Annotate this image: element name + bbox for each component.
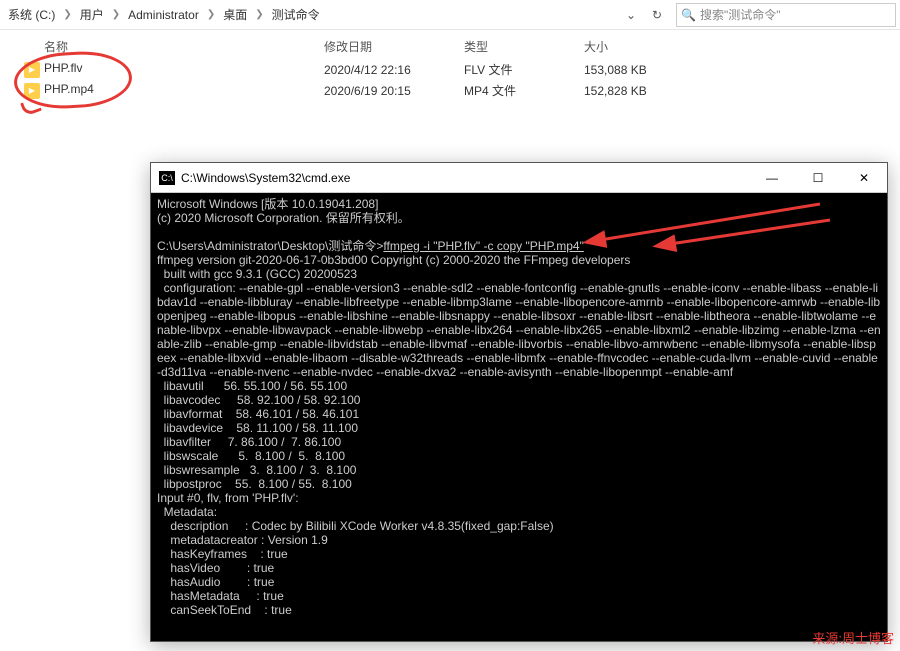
cmd-icon: C:\: [159, 171, 175, 185]
terminal-prompt: C:\Users\Administrator\Desktop\测试命令>: [157, 239, 383, 253]
cmd-window: C:\ C:\Windows\System32\cmd.exe — ☐ ✕ Mi…: [150, 162, 888, 642]
history-dropdown[interactable]: ⌄: [620, 4, 642, 26]
terminal-text: ffmpeg version git-2020-06-17-0b3bd00 Co…: [157, 253, 881, 617]
address-bar: 系统 (C:)❯ 用户❯ Administrator❯ 桌面❯ 测试命令 ⌄ ↻…: [0, 0, 900, 30]
video-file-icon: [24, 62, 40, 78]
file-type: FLV 文件: [464, 61, 584, 78]
chevron-right-icon: ❯: [203, 9, 219, 20]
breadcrumb: 系统 (C:)❯ 用户❯ Administrator❯ 桌面❯ 测试命令: [4, 4, 620, 25]
breadcrumb-item[interactable]: 桌面: [219, 4, 251, 25]
file-type: MP4 文件: [464, 82, 584, 99]
col-date[interactable]: 修改日期: [324, 38, 464, 55]
col-size[interactable]: 大小: [584, 38, 684, 55]
video-file-icon: [24, 83, 40, 99]
column-headers: 名称 修改日期 类型 大小: [24, 34, 900, 59]
search-input[interactable]: 🔍 搜索"测试命令": [676, 3, 896, 27]
file-name: PHP.mp4: [44, 82, 94, 96]
window-title: C:\Windows\System32\cmd.exe: [181, 171, 749, 185]
breadcrumb-item[interactable]: Administrator: [124, 6, 203, 24]
terminal-text: Microsoft Windows [版本 10.0.19041.208] (c…: [157, 197, 410, 225]
breadcrumb-item[interactable]: 系统 (C:): [4, 4, 59, 25]
breadcrumb-item[interactable]: 测试命令: [268, 4, 324, 25]
file-list: 名称 修改日期 类型 大小 PHP.flv 2020/4/12 22:16 FL…: [0, 30, 900, 101]
watermark: 来源:周士博客: [812, 628, 894, 647]
file-name: PHP.flv: [44, 61, 82, 75]
maximize-button[interactable]: ☐: [795, 163, 841, 193]
col-name[interactable]: 名称: [24, 38, 324, 55]
close-button[interactable]: ✕: [841, 163, 887, 193]
chevron-right-icon: ❯: [108, 9, 124, 20]
terminal-command: ffmpeg -i "PHP.flv" -c copy "PHP.mp4": [383, 239, 583, 253]
refresh-button[interactable]: ↻: [646, 4, 668, 26]
terminal-output[interactable]: Microsoft Windows [版本 10.0.19041.208] (c…: [151, 193, 887, 641]
file-date: 2020/6/19 20:15: [324, 84, 464, 98]
chevron-right-icon: ❯: [251, 9, 267, 20]
file-size: 153,088 KB: [584, 63, 684, 77]
minimize-button[interactable]: —: [749, 163, 795, 193]
file-size: 152,828 KB: [584, 84, 684, 98]
search-icon: 🔍: [681, 8, 696, 22]
file-date: 2020/4/12 22:16: [324, 63, 464, 77]
file-row[interactable]: PHP.flv 2020/4/12 22:16 FLV 文件 153,088 K…: [24, 59, 900, 80]
col-type[interactable]: 类型: [464, 38, 584, 55]
breadcrumb-item[interactable]: 用户: [76, 4, 108, 25]
titlebar[interactable]: C:\ C:\Windows\System32\cmd.exe — ☐ ✕: [151, 163, 887, 193]
file-row[interactable]: PHP.mp4 2020/6/19 20:15 MP4 文件 152,828 K…: [24, 80, 900, 101]
search-placeholder: 搜索"测试命令": [700, 6, 781, 23]
chevron-right-icon: ❯: [59, 9, 75, 20]
